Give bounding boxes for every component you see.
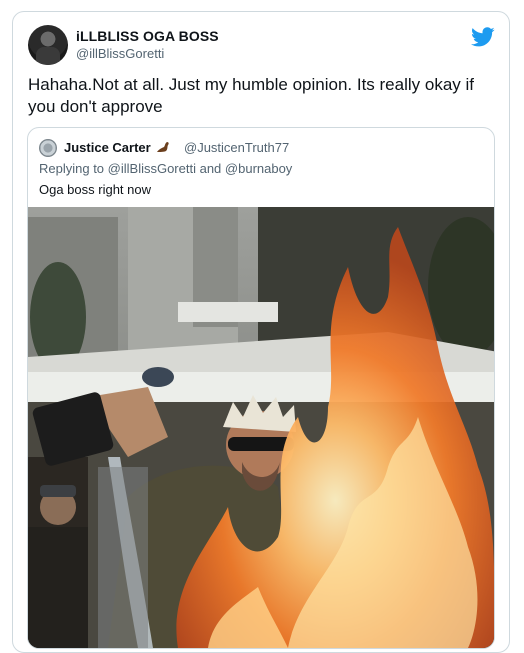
tweet-card[interactable]: iLLBLISS OGA BOSS @illBlissGoretti Hahah… [12, 11, 510, 653]
replying-prefix: Replying to [39, 161, 108, 176]
reply-joiner: and [195, 161, 225, 176]
quoted-tweet-text: Oga boss right now [39, 182, 152, 197]
quoted-author-name[interactable]: Justice Carter [64, 140, 170, 155]
author-avatar[interactable] [28, 25, 68, 65]
quoted-author-name-text: Justice Carter [64, 140, 151, 155]
photo-scene [28, 207, 494, 648]
author-handle[interactable]: @illBlissGoretti [76, 46, 164, 61]
quoted-author-handle[interactable]: @JusticenTruth77 [184, 140, 289, 155]
twitter-bird-icon[interactable] [471, 25, 495, 49]
tweet-text: Hahaha.Not at all. Just my humble opinio… [28, 75, 474, 116]
replying-to-line: Replying to @illBlissGoretti and @burnab… [39, 161, 292, 176]
reply-mention-1[interactable]: @illBlissGoretti [108, 161, 196, 176]
author-name[interactable]: iLLBLISS OGA BOSS [76, 28, 219, 44]
quoted-tweet[interactable]: Justice Carter @JusticenTruth77 Replying… [27, 127, 495, 649]
quoted-tweet-photo[interactable] [28, 207, 494, 648]
quoted-author-avatar[interactable] [39, 139, 57, 157]
muscle-arm-emoji-icon [157, 142, 170, 152]
reply-mention-2[interactable]: @burnaboy [225, 161, 292, 176]
